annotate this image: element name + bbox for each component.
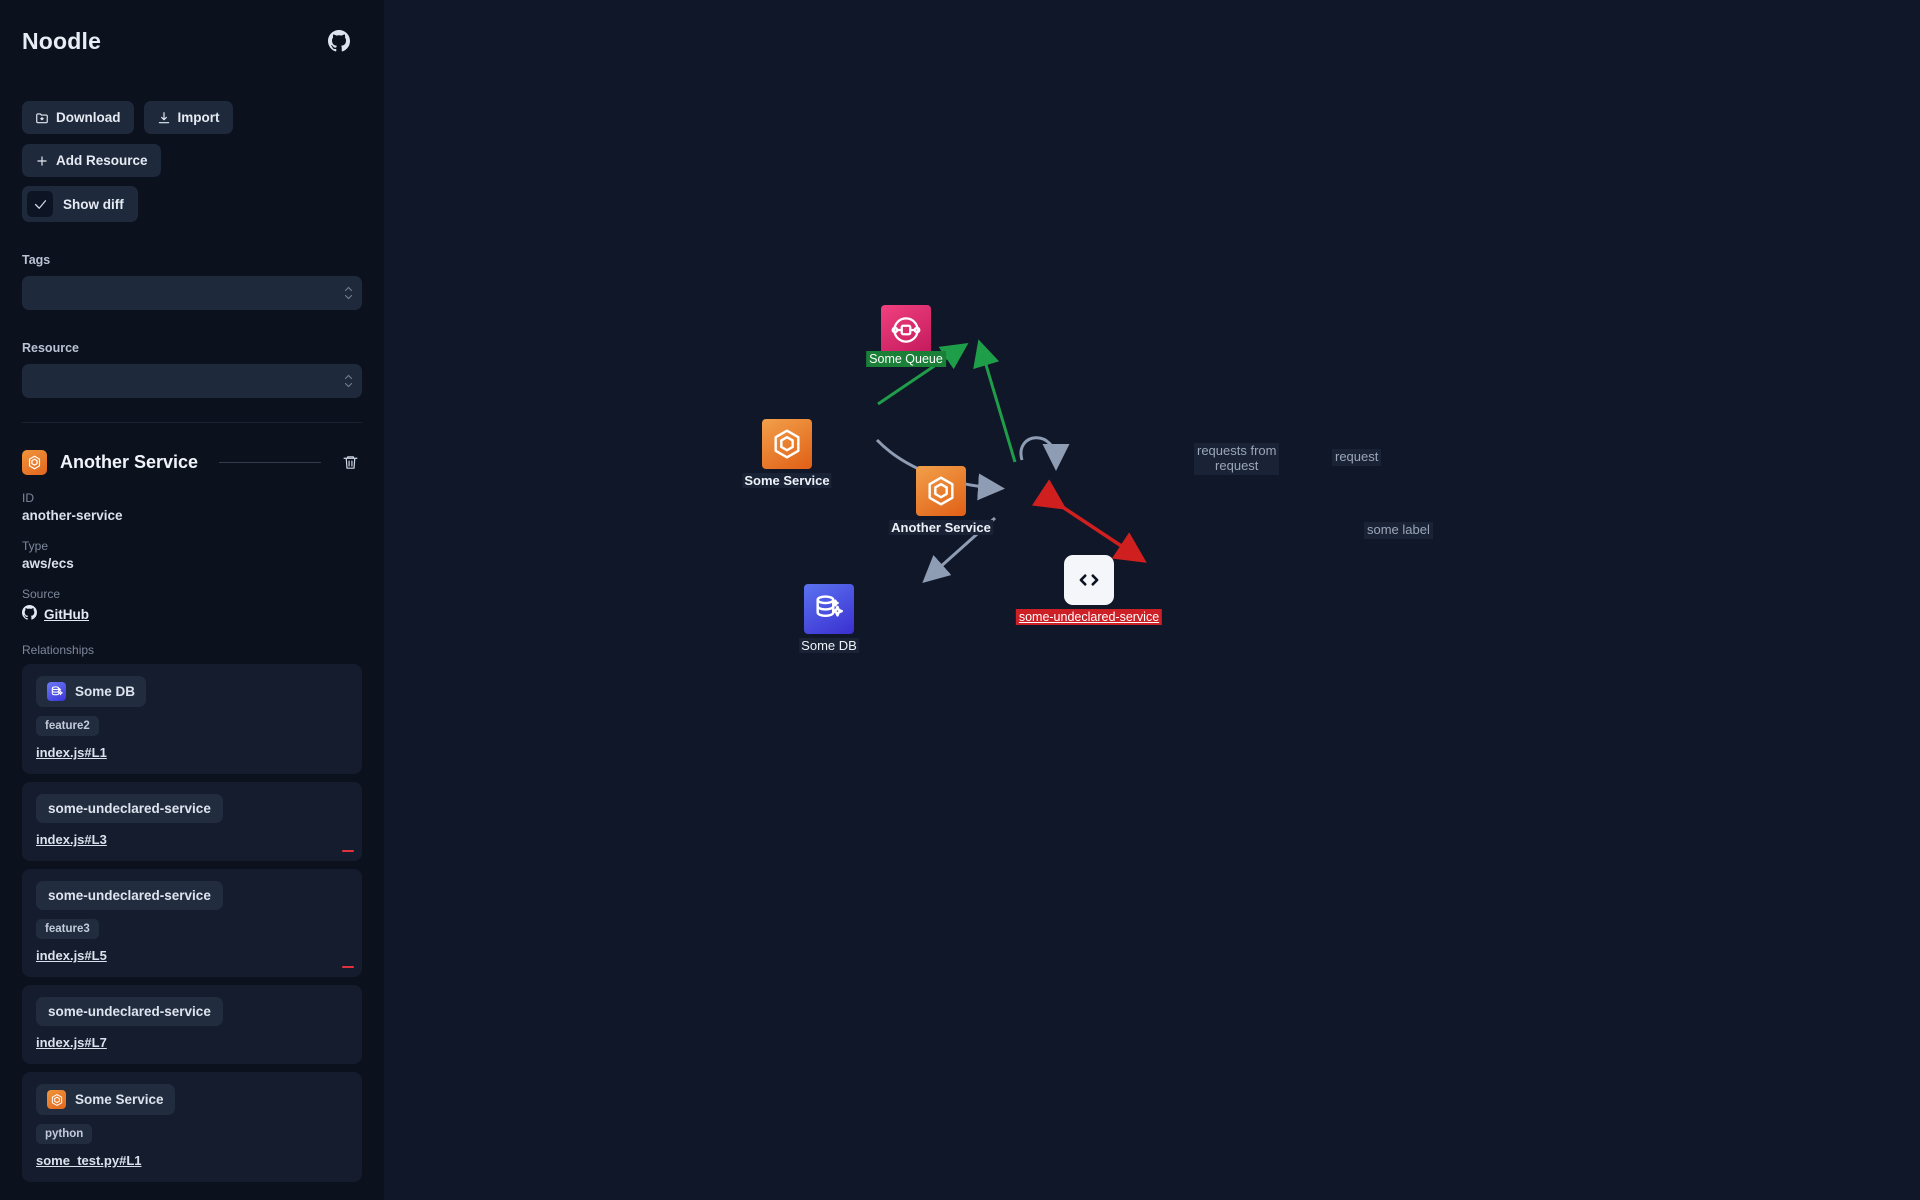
service-icon <box>47 1090 66 1109</box>
edge-label-some-label: some label <box>1364 522 1433 539</box>
sidebar-divider <box>22 422 362 423</box>
relationship-card[interactable]: some-undeclared-service index.js#L7 <box>22 985 362 1064</box>
graph-node-label: Some Service <box>742 473 832 488</box>
relationship-tag: feature2 <box>36 716 99 736</box>
code-node-icon <box>1064 555 1114 605</box>
type-value: aws/ecs <box>22 556 74 571</box>
show-diff-row: Show diff <box>22 186 362 222</box>
relationship-file-link[interactable]: index.js#L1 <box>36 745 107 760</box>
relationship-target: some-undeclared-service <box>36 997 223 1026</box>
relationship-file-link[interactable]: index.js#L3 <box>36 832 107 847</box>
diff-removed-indicator <box>342 850 354 852</box>
download-button[interactable]: Download <box>22 101 134 134</box>
tags-select[interactable] <box>22 276 362 310</box>
download-icon <box>35 111 49 125</box>
relationship-file-link[interactable]: some_test.py#L1 <box>36 1153 142 1168</box>
add-resource-button[interactable]: Add Resource <box>22 144 161 177</box>
resource-name: Another Service <box>60 452 199 472</box>
download-label: Download <box>56 110 121 125</box>
relationship-file-link[interactable]: index.js#L7 <box>36 1035 107 1050</box>
chevron-updown-icon <box>344 286 353 300</box>
id-value: another-service <box>22 508 123 523</box>
edge-label-requests-from: requests from request <box>1194 443 1280 475</box>
import-icon <box>157 111 171 125</box>
resource-select[interactable] <box>22 364 362 398</box>
service-node-icon <box>762 419 812 469</box>
relationship-tag: python <box>36 1124 93 1144</box>
brand-row: Noodle <box>22 18 362 64</box>
graph-node-undeclared[interactable]: some-undeclared-service <box>1015 555 1163 625</box>
service-icon <box>22 450 47 475</box>
relationships-list: Some DB feature2 index.js#L1 some-undeclare… <box>22 664 362 1182</box>
check-icon <box>33 197 48 212</box>
toolbar: Download Import Add Resource <box>22 101 362 177</box>
diff-removed-indicator <box>342 966 354 968</box>
resource-filter-label: Resource <box>22 341 79 355</box>
graph-node-some-queue[interactable]: Some Queue <box>866 305 946 367</box>
graph-node-some-service[interactable]: Some Service <box>742 419 832 488</box>
graph-node-label: some-undeclared-service <box>1015 609 1163 625</box>
graph-node-label: Some DB <box>799 638 859 653</box>
show-diff-toggle[interactable]: Show diff <box>22 186 138 222</box>
import-button[interactable]: Import <box>143 101 233 134</box>
graph-node-some-db[interactable]: Some DB <box>799 584 859 653</box>
source-label: Source <box>22 587 61 601</box>
edge-another-to-undeclared <box>1031 479 1147 563</box>
edge-label-request: request <box>1332 449 1382 466</box>
relationship-target-chip[interactable]: Some Service <box>36 1084 175 1115</box>
edge-another-self-loop <box>1019 436 1070 471</box>
graph-node-another-service[interactable]: Another Service <box>889 466 993 535</box>
relationship-file-link[interactable]: index.js#L5 <box>36 948 107 963</box>
delete-resource-button[interactable] <box>342 453 362 473</box>
source-github-link[interactable]: GitHub <box>22 605 89 623</box>
relationship-card[interactable]: some-undeclared-service index.js#L3 <box>22 782 362 861</box>
github-icon[interactable] <box>328 30 350 52</box>
relationship-card[interactable]: Some DB feature2 index.js#L1 <box>22 664 362 774</box>
type-label: Type <box>22 539 49 553</box>
chevron-updown-icon <box>344 374 353 388</box>
app-title: Noodle <box>22 27 102 54</box>
relationship-target-label: Some DB <box>75 684 136 699</box>
source-value: GitHub <box>44 606 89 622</box>
add-resource-label: Add Resource <box>56 153 148 168</box>
show-diff-checkbox[interactable] <box>27 191 53 217</box>
relationship-target-label: Some Service <box>75 1092 164 1107</box>
id-label: ID <box>22 491 34 505</box>
service-node-icon <box>916 466 966 516</box>
relationship-target: some-undeclared-service <box>36 794 223 823</box>
sidebar: Noodle Download Import Add Resource Show… <box>0 0 384 1200</box>
show-diff-label: Show diff <box>63 196 124 212</box>
relationship-card[interactable]: some-undeclared-service feature3 index.js#… <box>22 869 362 977</box>
relationship-target: some-undeclared-service <box>36 881 223 910</box>
db-node-icon <box>804 584 854 634</box>
queue-node-icon <box>881 305 931 355</box>
graph-node-label: Some Queue <box>866 351 946 367</box>
db-icon <box>47 682 66 701</box>
graph-edges <box>875 339 1147 583</box>
relationships-label: Relationships <box>22 643 95 657</box>
relationship-target-chip[interactable]: Some DB <box>36 676 147 707</box>
plus-icon <box>35 154 49 168</box>
graph-node-label: Another Service <box>889 520 993 535</box>
import-label: Import <box>177 110 220 125</box>
app-root: Noodle Download Import Add Resource Show… <box>0 0 1920 1200</box>
relationship-card[interactable]: Some Service python some_test.py#L1 <box>22 1072 362 1182</box>
edge-another-to-queue <box>973 339 1017 463</box>
header-rule <box>219 462 321 463</box>
github-icon <box>22 605 37 623</box>
relationship-tag: feature3 <box>36 919 99 939</box>
graph-canvas[interactable]: Some Queue Some Service Another Service Som… <box>384 0 1920 1200</box>
tags-label: Tags <box>22 253 51 267</box>
resource-header: Another Service <box>22 450 362 475</box>
